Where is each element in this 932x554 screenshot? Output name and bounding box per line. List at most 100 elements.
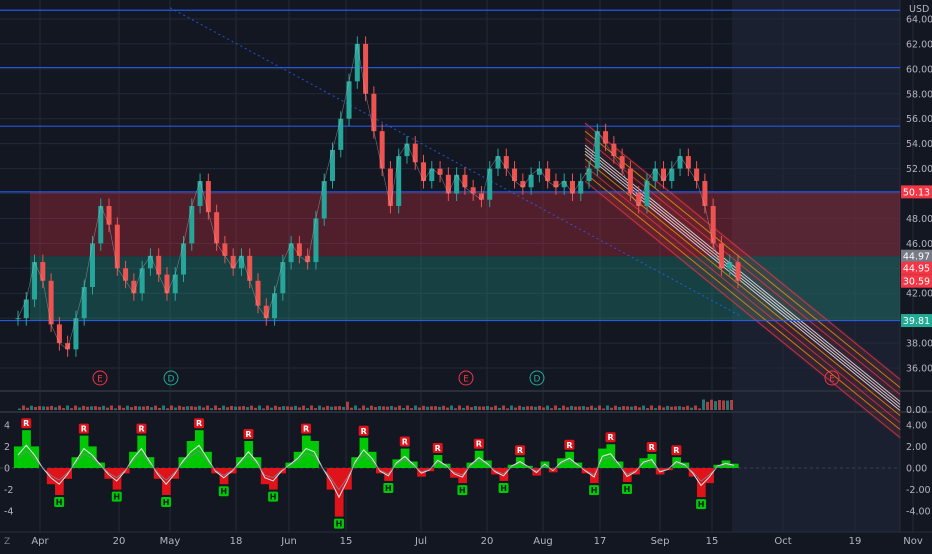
volume-bar	[626, 406, 629, 410]
volume-bar	[362, 405, 365, 410]
volume-bar	[558, 408, 561, 410]
candle-body	[694, 168, 700, 182]
volume-bar	[242, 406, 245, 410]
volume-bar	[638, 407, 641, 410]
volume-bar	[710, 399, 713, 410]
volume-bar	[258, 405, 261, 410]
marker-label: H	[385, 484, 392, 493]
price-badge: 30.59	[901, 274, 932, 288]
volume-bar	[234, 406, 237, 410]
volume-bar	[642, 405, 645, 410]
volume-bar	[490, 407, 493, 410]
volume-bar	[542, 407, 545, 410]
volume-bar	[622, 406, 625, 410]
oscillator-right-tick: -4.00	[906, 507, 931, 518]
time-axis-label: Jul	[414, 536, 427, 547]
candle-body	[123, 268, 129, 281]
oscillator-marker-trough: H	[161, 497, 172, 507]
oscillator-marker-peak: R	[564, 439, 575, 450]
volume-bar	[634, 405, 637, 410]
oscillator-marker-trough: H	[333, 518, 344, 529]
price-tick-label: 46.00	[906, 239, 932, 250]
price-badge: 44.95	[901, 261, 932, 275]
candle-body	[685, 156, 691, 169]
price-tick-label: 62.00	[906, 39, 932, 50]
volume-bar	[58, 405, 61, 410]
volume-bar	[146, 405, 149, 410]
volume-bar	[150, 407, 153, 410]
oscillator-marker-trough: H	[111, 491, 122, 502]
volume-bar	[418, 407, 421, 410]
candle-body	[661, 168, 667, 182]
time-axis-label: 20	[481, 536, 494, 547]
time-axis-label: Apr	[31, 536, 49, 547]
candle-body	[669, 168, 675, 182]
marker-label: H	[113, 493, 120, 502]
volume-bar	[594, 407, 597, 410]
volume-bar	[526, 406, 529, 410]
candle-body	[89, 243, 95, 288]
volume-bar	[562, 405, 565, 410]
candle-body	[313, 218, 319, 263]
volume-bar	[278, 406, 281, 410]
volume-bar	[270, 407, 273, 410]
volume-bar	[298, 407, 301, 410]
candle-body	[404, 143, 410, 157]
candle-body	[98, 205, 104, 244]
volume-bar	[354, 405, 357, 410]
candle-body	[81, 287, 87, 319]
volume-bar	[326, 405, 329, 410]
candle-body	[363, 43, 369, 94]
volume-bar	[514, 407, 517, 410]
oscillator-bar	[310, 441, 319, 468]
marker-label: H	[220, 487, 227, 496]
volume-bar	[70, 408, 73, 410]
volume-bar	[534, 406, 537, 410]
volume-bar	[250, 405, 253, 410]
volume-bar	[582, 406, 585, 410]
volume-bar	[138, 406, 141, 410]
marker-label: R	[303, 425, 309, 434]
oscillator-bar	[30, 446, 40, 468]
volume-bar	[690, 407, 693, 410]
volume-bar	[646, 408, 649, 410]
volume-bar	[442, 405, 445, 410]
oscillator-marker-peak: R	[515, 445, 526, 456]
volume-bar	[494, 405, 497, 410]
volume-bar	[174, 407, 177, 410]
volume-bar	[466, 405, 469, 410]
volume-bar	[350, 407, 353, 410]
marker-label: H	[591, 486, 598, 495]
candle-body	[545, 168, 551, 182]
zone-resistance	[30, 191, 900, 257]
volume-bar	[462, 407, 465, 410]
candle-body	[636, 193, 642, 206]
volume-bar	[486, 406, 489, 410]
candle-body	[114, 224, 120, 269]
marker-label: R	[138, 425, 144, 434]
candle-body	[495, 156, 501, 169]
volume-bar	[66, 405, 69, 410]
volume-bar	[390, 405, 393, 410]
volume-bar	[458, 405, 461, 410]
chart-svg: E D E D E R H R H R H R H R H R H R H R R H R H R R H R H R R H 64.00 6…	[0, 0, 932, 550]
volume-bar	[214, 405, 217, 410]
volume-bar	[142, 406, 145, 410]
candle-body	[296, 243, 302, 256]
candle-body	[371, 93, 377, 132]
marker-label: H	[336, 520, 343, 529]
candle-body	[578, 181, 584, 194]
volume-bar	[342, 406, 345, 410]
volume-bar	[510, 405, 513, 410]
candle-body	[611, 143, 617, 157]
time-axis-label: Oct	[774, 536, 791, 547]
marker-label: H	[270, 493, 277, 502]
time-axis-label: 18	[230, 536, 243, 547]
volume-bar	[614, 405, 617, 410]
volume-bar	[386, 406, 389, 410]
marker-label: H	[500, 484, 507, 493]
candle-body	[702, 181, 708, 206]
volume-bar	[598, 405, 601, 410]
volume-bar	[314, 408, 317, 410]
candle-body	[553, 181, 559, 188]
